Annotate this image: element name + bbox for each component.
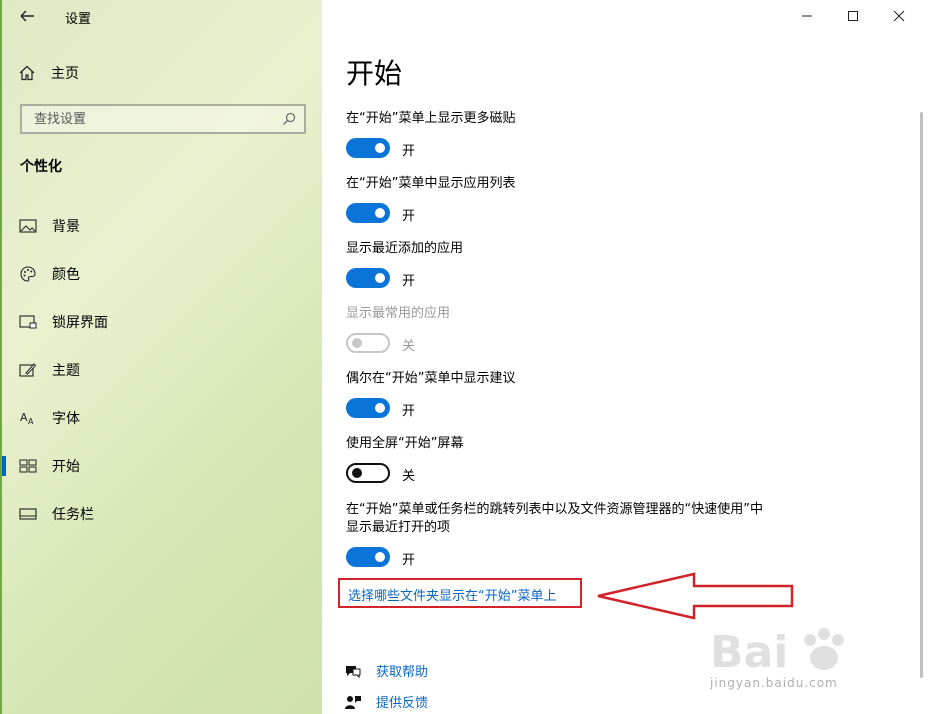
sidebar: 设置 主页 个性化 背景 颜色 — [0, 0, 322, 714]
toggle-recent-items[interactable] — [346, 547, 390, 567]
svg-text:Bai: Bai — [710, 627, 788, 678]
svg-text:A: A — [28, 417, 34, 426]
active-indicator — [2, 456, 6, 476]
svg-text:A: A — [20, 411, 28, 424]
setting-label: 显示最常用的应用 — [346, 306, 451, 321]
sidebar-item-fonts[interactable]: AA 字体 — [2, 394, 324, 442]
toggle-state: 开 — [402, 553, 416, 568]
toggle-state: 开 — [402, 274, 416, 289]
toggle-state: 开 — [402, 144, 416, 159]
maximize-button[interactable] — [830, 0, 876, 32]
minimize-icon — [802, 15, 812, 17]
title-bar-left: 设置 — [2, 0, 324, 32]
sidebar-item-label: 任务栏 — [52, 507, 94, 523]
highlight-box: 选择哪些文件夹显示在“开始”菜单上 — [338, 578, 582, 608]
back-arrow-icon — [20, 10, 34, 22]
home-icon — [19, 65, 35, 81]
sidebar-item-label: 背景 — [52, 219, 80, 235]
scrollbar[interactable] — [920, 112, 923, 678]
setting-label: 显示最近添加的应用 — [346, 241, 464, 256]
search-icon[interactable] — [282, 112, 296, 126]
toggle-state: 关 — [402, 339, 416, 354]
sidebar-nav: 背景 颜色 锁屏界面 主题 AA 字体 开始 任务栏 — [2, 202, 324, 538]
taskbar-icon — [18, 504, 38, 524]
setting-label: 在“开始”菜单或任务栏的跳转列表中以及文件资源管理器的“快速使用”中 — [346, 502, 763, 517]
toggle-app-list[interactable] — [346, 203, 390, 223]
toggle-most-used — [346, 333, 390, 353]
toggle-knob — [375, 552, 385, 562]
sidebar-item-start[interactable]: 开始 — [2, 442, 324, 490]
choose-folders-link[interactable]: 选择哪些文件夹显示在“开始”菜单上 — [348, 585, 556, 604]
sidebar-item-colors[interactable]: 颜色 — [2, 250, 324, 298]
toggle-state: 开 — [402, 404, 416, 419]
help-chat-icon — [346, 665, 361, 678]
get-help-link[interactable]: 获取帮助 — [344, 661, 428, 680]
page-title: 开始 — [346, 57, 403, 90]
toggle-knob — [352, 468, 362, 478]
watermark-text: jingyan.baidu.com — [710, 676, 838, 690]
sidebar-item-background[interactable]: 背景 — [2, 202, 324, 250]
theme-brush-icon — [18, 360, 38, 380]
setting-label: 在“开始”菜单上显示更多磁贴 — [346, 111, 516, 126]
get-help-label: 获取帮助 — [376, 665, 429, 680]
minimize-button[interactable] — [784, 0, 830, 32]
toggle-knob — [375, 143, 385, 153]
sidebar-item-label: 主题 — [52, 363, 80, 379]
toggle-knob — [375, 208, 385, 218]
toggle-knob — [375, 403, 385, 413]
setting-label: 显示最近打开的项 — [346, 520, 451, 535]
setting-label: 在“开始”菜单中显示应用列表 — [346, 176, 516, 191]
palette-icon — [18, 264, 38, 284]
toggle-state: 开 — [402, 209, 416, 224]
toggle-recently-added[interactable] — [346, 268, 390, 288]
feedback-label: 提供反馈 — [376, 696, 429, 711]
feedback-person-icon — [345, 695, 361, 709]
toggle-suggestions[interactable] — [346, 398, 390, 418]
lock-screen-icon — [18, 312, 38, 332]
search-input[interactable] — [32, 110, 282, 128]
sidebar-item-label: 颜色 — [52, 267, 80, 283]
picture-icon — [18, 216, 38, 236]
toggle-state: 关 — [402, 469, 416, 484]
app-title: 设置 — [65, 12, 92, 27]
toggle-fullscreen-start[interactable] — [346, 463, 390, 483]
maximize-icon — [848, 11, 858, 21]
close-button[interactable] — [876, 0, 922, 32]
search-box[interactable] — [20, 104, 306, 134]
toggle-knob — [375, 273, 385, 283]
feedback-link[interactable]: 提供反馈 — [344, 692, 428, 711]
start-icon — [18, 456, 38, 476]
home-button[interactable]: 主页 — [18, 58, 308, 88]
toggle-more-tiles[interactable] — [346, 138, 390, 158]
toggle-knob — [352, 338, 362, 348]
setting-label: 偶尔在“开始”菜单中显示建议 — [346, 371, 516, 386]
back-button[interactable] — [16, 6, 40, 26]
main-content: 开始 在“开始”菜单上显示更多磁贴 开 在“开始”菜单中显示应用列表 开 显示最… — [322, 0, 928, 714]
setting-label: 使用全屏“开始”屏幕 — [346, 436, 464, 451]
sidebar-item-themes[interactable]: 主题 — [2, 346, 324, 394]
close-icon — [893, 10, 905, 22]
font-icon: AA — [18, 408, 38, 428]
sidebar-item-label: 字体 — [52, 411, 80, 427]
sidebar-item-lock-screen[interactable]: 锁屏界面 — [2, 298, 324, 346]
sidebar-item-taskbar[interactable]: 任务栏 — [2, 490, 324, 538]
sidebar-item-label: 锁屏界面 — [52, 315, 108, 331]
sidebar-item-label: 开始 — [52, 459, 80, 475]
home-label: 主页 — [51, 66, 79, 82]
section-title: 个性化 — [20, 159, 62, 175]
